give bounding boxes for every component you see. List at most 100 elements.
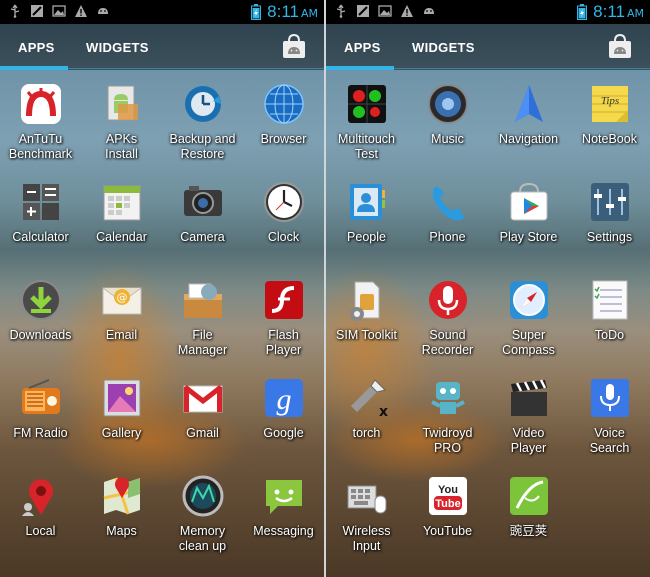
app-label: Music [431,132,464,146]
app-browser[interactable]: Browser [243,82,324,147]
app-label: Messaging [253,524,314,538]
app-app[interactable]: 豌豆荚 [488,474,569,539]
app-email[interactable]: @ Email [81,278,162,343]
app-label: Memory clean up [178,524,227,553]
app-sound-recorder[interactable]: Sound Recorder [407,278,488,357]
app-clock[interactable]: Clock [243,180,324,245]
app-label: AnTuTu Benchmark [8,132,73,161]
app-fm-radio[interactable]: FM Radio [0,376,81,441]
app-label: torch [352,426,381,440]
app-label: Sound Recorder [421,328,474,357]
app-label: FM Radio [13,426,68,440]
app-people[interactable]: People [326,180,407,245]
app-sim-toolkit[interactable]: SIM Toolkit [326,278,407,343]
clapperboard-icon [507,376,551,420]
app-label: Clock [267,230,300,244]
app-gmail[interactable]: Gmail [162,376,243,441]
android-debug-icon [424,8,434,14]
app-label: Camera [180,230,225,244]
app-gallery[interactable]: Gallery [81,376,162,441]
wandoujia-icon [507,474,551,518]
memory-clean-icon [181,474,225,518]
app-youtube[interactable]: You Tube YouTube [407,474,488,539]
app-label: Email [105,328,138,342]
app-local[interactable]: Local [0,474,81,539]
app-drawer-right: 8:11 AM APPS WIDGETS Multitouch Test Music… [326,0,650,577]
app-settings[interactable]: Settings [569,180,650,245]
app-label: Settings [586,230,633,244]
tab-widgets[interactable]: WIDGETS [412,40,475,55]
tab-widgets[interactable]: WIDGETS [86,40,149,55]
app-twidroyd-pro[interactable]: Twidroyd PRO [407,376,488,455]
clock-icon [262,180,306,224]
app-label: SIM Toolkit [336,328,397,342]
app-label: Gallery [101,426,142,440]
app-camera[interactable]: Camera [162,180,243,245]
app-messaging[interactable]: Messaging [243,474,324,539]
app-label: Backup and Restore [169,132,236,161]
app-label: Local [25,524,56,538]
play-store-icon [507,180,551,224]
app-voice-search[interactable]: Voice Search [569,376,650,455]
app-notebook[interactable]: Tips NoteBook [569,82,650,147]
app-todo[interactable]: ToDo [569,278,650,343]
app-apks-install[interactable]: APKs Install [81,82,162,161]
app-calculator[interactable]: Calculator [0,180,81,245]
app-music[interactable]: Music [407,82,488,147]
app-label: Video Player [510,426,547,455]
svg-text:g: g [276,383,291,416]
torch-icon: x [345,376,389,420]
screenshot-icon [357,5,369,17]
app-flash-player[interactable]: Flash Player [243,278,324,357]
app-play-store[interactable]: Play Store [488,180,569,245]
warning-icon [401,5,413,17]
maps-icon [100,474,144,518]
gmail-icon [181,376,225,420]
app-label: Calculator [12,230,69,244]
app-wireless-input[interactable]: Wireless Input [326,474,407,553]
tab-selected-indicator [0,66,68,70]
store-bag-icon[interactable] [606,32,634,60]
app-maps[interactable]: Maps [81,474,162,539]
app-label: Wireless Input [342,524,391,553]
app-google[interactable]: g Google [243,376,324,441]
app-memory-clean-up[interactable]: Memory clean up [162,474,243,553]
navigation-arrow-icon [507,82,551,126]
app-phone[interactable]: Phone [407,180,488,245]
camera-icon [181,180,225,224]
compass-icon [507,278,551,322]
svg-text:You: You [438,484,458,496]
app-calendar[interactable]: Calendar [81,180,162,245]
app-multitouch-test[interactable]: Multitouch Test [326,82,407,161]
app-file-manager[interactable]: File Manager [162,278,243,357]
gallery-icon [100,376,144,420]
app-backup-and-restore[interactable]: Backup and Restore [162,82,243,161]
app-label: 豌豆荚 [509,524,548,538]
image-icon [378,5,392,17]
store-bag-icon[interactable] [280,32,308,60]
clock-time: 8:11 [267,2,299,21]
app-label: Navigation [498,132,559,146]
clock-time: 8:11 [593,2,625,21]
app-label: Multitouch Test [338,132,395,161]
radio-icon [19,376,63,420]
app-navigation[interactable]: Navigation [488,82,569,147]
multitouch-icon [345,82,389,126]
app-antutu-benchmark[interactable]: AnTuTu Benchmark [0,82,81,161]
app-torch[interactable]: x torch [326,376,407,441]
status-bar: 8:11 AM [326,0,650,24]
app-video-player[interactable]: Video Player [488,376,569,455]
youtube-icon: You Tube [426,474,470,518]
status-bar: 8:11 AM [0,0,324,24]
app-super-compass[interactable]: Super Compass [488,278,569,357]
app-downloads[interactable]: Downloads [0,278,81,343]
app-label: YouTube [422,524,473,538]
clock-ampm: AM [626,7,644,20]
tab-apps[interactable]: APPS [344,40,381,55]
battery-icon [251,4,262,20]
android-debug-icon [98,8,108,14]
globe-icon [262,82,306,126]
app-label: Flash Player [265,328,302,357]
screenshot-icon [31,5,43,17]
tab-apps[interactable]: APPS [18,40,55,55]
